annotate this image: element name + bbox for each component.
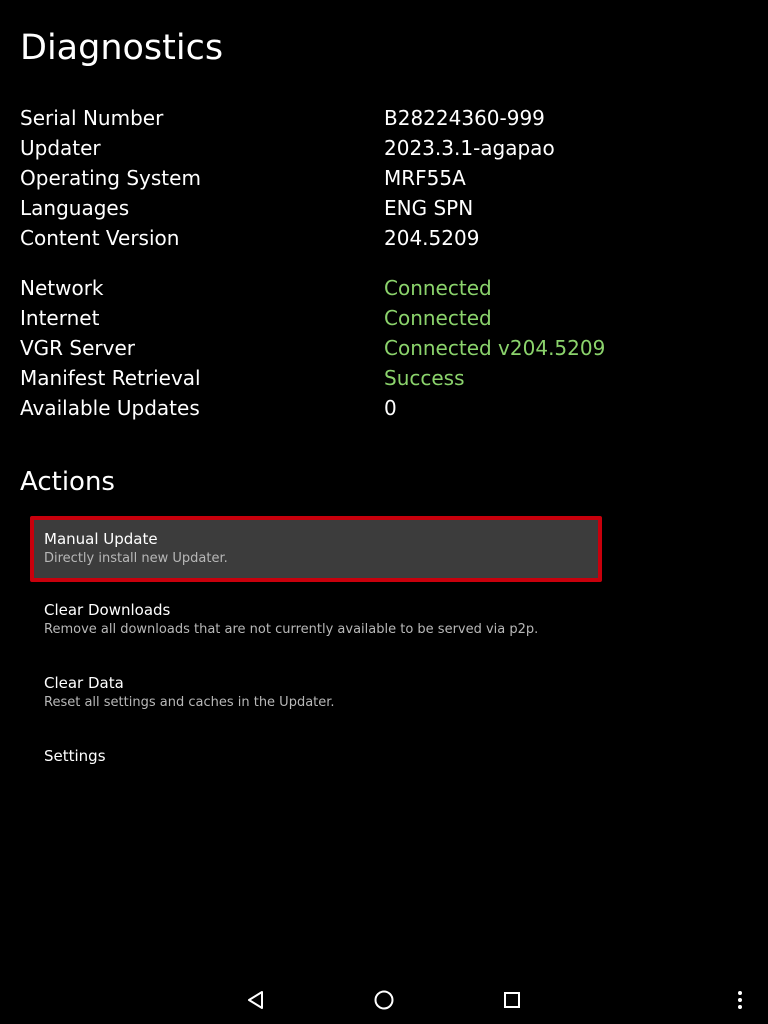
info-value: ENG SPN — [384, 196, 474, 220]
info-label: Updater — [20, 136, 101, 160]
back-button[interactable] — [232, 976, 280, 1024]
clear-downloads-action[interactable]: Clear Downloads Remove all downloads tha… — [30, 600, 602, 644]
action-title: Clear Downloads — [44, 601, 171, 619]
action-title: Clear Data — [44, 674, 124, 692]
info-label: Languages — [20, 196, 130, 220]
info-row-vgr-server: VGR Server Connected v204.5209 — [20, 333, 720, 363]
actions-heading: Actions — [20, 467, 115, 497]
action-description: Remove all downloads that are not curren… — [44, 622, 539, 637]
info-value: 2023.3.1-agapao — [384, 136, 555, 160]
status-value: Connected — [384, 276, 492, 300]
info-row-operating-system: Operating System MRF55A — [20, 163, 720, 193]
action-description: Reset all settings and caches in the Upd… — [44, 695, 335, 710]
action-description: Directly install new Updater. — [44, 551, 228, 566]
info-value: MRF55A — [384, 166, 466, 190]
info-label: VGR Server — [20, 336, 136, 360]
info-row-languages: Languages ENG SPN — [20, 193, 720, 223]
info-row-updater: Updater 2023.3.1-agapao — [20, 133, 720, 163]
manual-update-action[interactable]: Manual Update Directly install new Updat… — [30, 516, 602, 582]
status-value: Connected v204.5209 — [384, 336, 606, 360]
recents-button[interactable] — [488, 976, 536, 1024]
device-info-list: Serial Number B28224360-999 Updater 2023… — [20, 103, 720, 253]
info-row-internet: Internet Connected — [20, 303, 720, 333]
info-value: B28224360-999 — [384, 106, 545, 130]
info-label: Serial Number — [20, 106, 164, 130]
info-row-available-updates: Available Updates 0 — [20, 393, 720, 423]
info-value: 204.5209 — [384, 226, 480, 250]
home-icon — [374, 990, 394, 1010]
status-info-list: Network Connected Internet Connected VGR… — [20, 273, 720, 423]
status-value: Connected — [384, 306, 492, 330]
info-label: Available Updates — [20, 396, 200, 420]
action-title: Manual Update — [44, 530, 158, 548]
more-vert-icon — [738, 991, 742, 1009]
info-label: Content Version — [20, 226, 180, 250]
info-row-content-version: Content Version 204.5209 — [20, 223, 720, 253]
info-label: Network — [20, 276, 104, 300]
system-navigation-bar — [0, 976, 768, 1024]
page-title: Diagnostics — [20, 28, 224, 68]
recents-icon — [504, 992, 520, 1008]
home-button[interactable] — [360, 976, 408, 1024]
back-icon — [248, 991, 263, 1009]
action-title: Settings — [44, 747, 106, 765]
settings-action[interactable]: Settings — [30, 746, 602, 770]
info-label: Operating System — [20, 166, 201, 190]
info-row-network: Network Connected — [20, 273, 720, 303]
clear-data-action[interactable]: Clear Data Reset all settings and caches… — [30, 673, 602, 717]
more-options-button[interactable] — [716, 976, 764, 1024]
info-row-serial-number: Serial Number B28224360-999 — [20, 103, 720, 133]
info-row-manifest-retrieval: Manifest Retrieval Success — [20, 363, 720, 393]
info-label: Manifest Retrieval — [20, 366, 201, 390]
info-label: Internet — [20, 306, 100, 330]
status-value: 0 — [384, 396, 397, 420]
status-value: Success — [384, 366, 465, 390]
